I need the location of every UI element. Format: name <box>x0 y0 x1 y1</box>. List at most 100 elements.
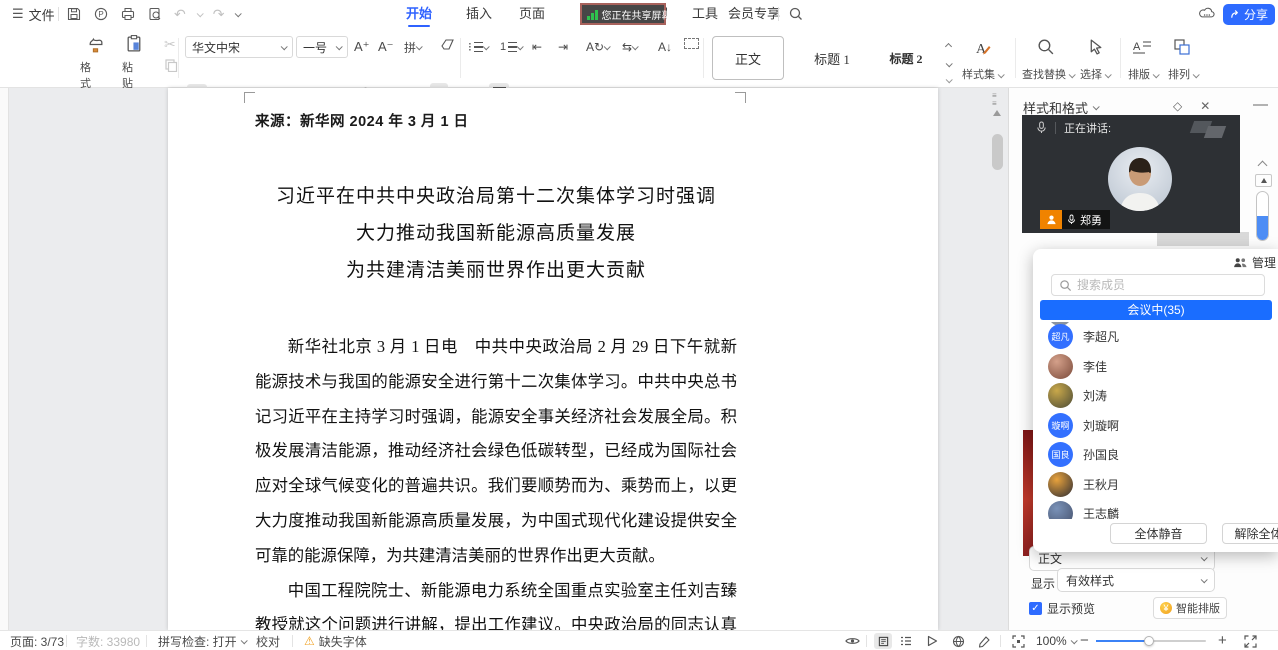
font-size-select[interactable]: 一号 <box>296 36 348 58</box>
format-painter-icon[interactable] <box>86 35 105 54</box>
text-direction-icon[interactable]: A↻ <box>586 37 609 57</box>
fullscreen-icon[interactable] <box>1244 631 1257 650</box>
undo-dropdown-icon[interactable] <box>196 10 203 17</box>
pane-scroll-thumb[interactable] <box>1257 216 1268 240</box>
typeset-label[interactable]: 排版 <box>1128 66 1158 82</box>
pane-scrollbar[interactable] <box>1256 191 1269 241</box>
mute-all-button[interactable]: 全体静音 <box>1110 523 1207 544</box>
bullet-list-icon[interactable]: ⁝ <box>468 37 488 57</box>
style-normal[interactable]: 正文 <box>712 36 784 80</box>
tab-page[interactable]: 页面 <box>519 0 545 28</box>
find-replace-icon[interactable] <box>1036 37 1055 56</box>
arrange-icon[interactable] <box>1172 37 1192 57</box>
document-page[interactable]: 来源：新华网 2024 年 3 月 1 日 习近平在中共中央政治局第十二次集体学… <box>168 88 938 630</box>
participant-row[interactable]: 超凡 李超凡 <box>1040 322 1272 352</box>
char-scale-icon[interactable]: ⇆ <box>622 37 637 57</box>
in-meeting-count-bar[interactable]: 会议中(35) <box>1040 300 1272 320</box>
decrease-indent-icon[interactable]: ⇤ <box>532 37 542 57</box>
zoom-slider-thumb[interactable] <box>1144 636 1154 646</box>
scroll-up-icon[interactable] <box>993 110 1001 116</box>
arrange-label[interactable]: 排列 <box>1168 66 1198 82</box>
show-preview-checkbox[interactable]: ✓ 显示预览 <box>1029 600 1095 617</box>
tab-home[interactable]: 开始 <box>406 0 432 28</box>
tab-insert[interactable]: 插入 <box>466 0 492 28</box>
search-member-box[interactable] <box>1051 274 1265 296</box>
zoom-slider[interactable] <box>1096 640 1206 642</box>
fit-page-icon[interactable] <box>1012 631 1025 650</box>
zoom-level[interactable]: 100% <box>1036 631 1076 650</box>
numbered-list-icon[interactable]: 1 <box>500 37 522 57</box>
style-gallery-up-icon[interactable] <box>945 43 952 50</box>
search-icon[interactable] <box>788 6 804 22</box>
increase-font-icon[interactable]: A⁺ <box>354 37 370 57</box>
sort-icon[interactable]: A↓ <box>658 37 672 57</box>
pane-scroll-up-button[interactable] <box>1255 174 1272 187</box>
next-page-icon[interactable]: ≡ <box>992 100 997 108</box>
participant-row[interactable]: 王秋月 <box>1040 470 1272 500</box>
print-icon[interactable] <box>120 6 136 22</box>
display-filter-select[interactable]: 有效样式 <box>1057 568 1215 592</box>
save-icon[interactable] <box>66 6 82 22</box>
clear-format-icon[interactable] <box>440 38 456 52</box>
unmute-all-button[interactable]: 解除全体静音 <box>1222 523 1278 544</box>
scroll-thumb[interactable] <box>992 134 1003 170</box>
style-set-icon[interactable]: A <box>972 38 992 58</box>
spellcheck-toggle[interactable]: 拼写检查: 打开 <box>158 631 246 650</box>
screen-sharing-badge[interactable]: 您正在共享屏幕 <box>580 3 666 25</box>
typeset-icon[interactable]: A <box>1132 38 1152 56</box>
decrease-font-icon[interactable]: A⁻ <box>378 37 394 57</box>
participant-row[interactable]: 刘涛 <box>1040 381 1272 411</box>
share-button[interactable]: 分享 <box>1223 4 1275 25</box>
select-cursor-icon[interactable] <box>1086 37 1105 56</box>
web-view-icon[interactable] <box>952 631 965 650</box>
page-indicator[interactable]: 页面: 3/73 <box>10 631 64 650</box>
redo-icon[interactable]: ↷ <box>213 6 225 23</box>
phonetic-guide-icon[interactable]: 拼 <box>404 37 421 57</box>
file-menu[interactable]: ☰ 文件 <box>12 0 55 28</box>
undo-icon[interactable]: ↶ <box>174 6 186 23</box>
find-replace-label[interactable]: 查找替换 <box>1022 66 1074 82</box>
zoom-in-icon[interactable]: + <box>1218 630 1227 650</box>
participant-row[interactable]: 璇啊 刘璇啊 <box>1040 411 1272 441</box>
copy-icon[interactable] <box>164 58 178 72</box>
search-member-input[interactable] <box>1077 278 1237 292</box>
style-heading1[interactable]: 标题 1 <box>798 36 866 80</box>
cloud-sync-icon[interactable] <box>1198 6 1214 22</box>
select-label[interactable]: 选择 <box>1080 66 1110 82</box>
participant-row[interactable]: 王志麟 <box>1040 499 1272 519</box>
style-gallery-down-icon[interactable] <box>946 60 953 67</box>
participant-row[interactable]: 李佳 <box>1040 352 1272 382</box>
style-set-label[interactable]: 样式集 <box>962 66 1003 82</box>
proofread-button[interactable]: 校对 <box>256 631 280 650</box>
outline-view-icon[interactable] <box>900 631 912 650</box>
show-marks-icon[interactable] <box>684 38 699 49</box>
zoom-out-icon[interactable]: − <box>1080 630 1089 650</box>
reader-eye-icon[interactable] <box>845 631 860 650</box>
edit-pen-icon[interactable] <box>978 631 991 650</box>
print-preview-icon[interactable] <box>147 6 163 22</box>
manage-button[interactable]: 管理 <box>1233 254 1276 271</box>
increase-indent-icon[interactable]: ⇥ <box>558 37 568 57</box>
style-gallery-more-icon[interactable] <box>946 76 953 83</box>
checkbox-checked-icon: ✓ <box>1029 602 1042 615</box>
page-view-icon[interactable] <box>874 633 892 649</box>
pane-chevron-up-icon[interactable] <box>1258 161 1268 171</box>
cut-icon[interactable]: ✂ <box>164 36 176 53</box>
tab-tools[interactable]: 工具 <box>692 0 718 28</box>
collapse-pane-icon[interactable]: — <box>1253 96 1268 113</box>
font-name-select[interactable]: 华文中宋 <box>185 36 293 58</box>
new-style-icon[interactable]: ◇ <box>1173 99 1182 113</box>
missing-font-warning[interactable]: ⚠ 缺失字体 <box>304 631 367 650</box>
document-scrollbar[interactable]: ≡ ≡ <box>990 88 1007 630</box>
close-pane-icon[interactable]: ✕ <box>1200 99 1210 113</box>
smart-typeset-button[interactable]: ¥ 智能排版 <box>1153 597 1227 619</box>
paste-icon[interactable] <box>125 34 144 53</box>
quick-toolbar-dropdown-icon[interactable] <box>235 10 242 17</box>
play-presentation-icon[interactable] <box>926 631 938 650</box>
style-heading2[interactable]: 标题 2 <box>872 36 940 80</box>
tab-membership[interactable]: 会员专享 <box>728 0 780 28</box>
meeting-video-window[interactable]: 正在讲话: 郑勇 <box>1022 115 1240 233</box>
participant-row[interactable]: 国良 孙国良 <box>1040 440 1272 470</box>
export-pdf-icon[interactable]: P <box>93 6 109 22</box>
word-count[interactable]: 字数: 33980 <box>76 631 140 650</box>
